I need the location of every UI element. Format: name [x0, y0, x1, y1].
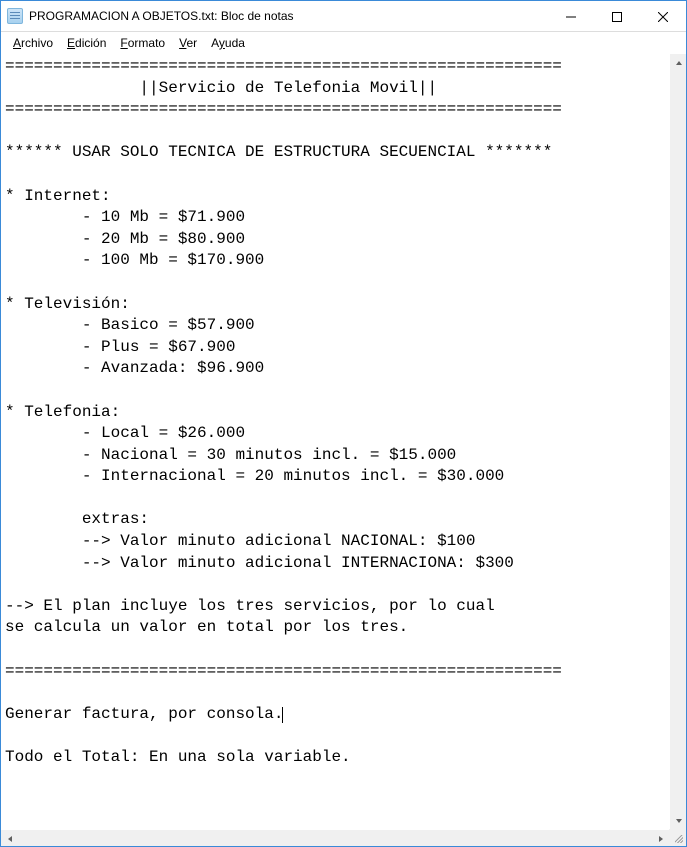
text-caret [282, 707, 283, 723]
menu-ayuda[interactable]: Ayuda [205, 35, 251, 51]
window-controls [548, 1, 686, 31]
minimize-button[interactable] [548, 1, 594, 32]
scroll-up-button[interactable] [670, 54, 686, 71]
titlebar: PROGRAMACION A OBJETOS.txt: Bloc de nota… [1, 1, 686, 32]
text-editor[interactable]: ========================================… [1, 54, 669, 829]
notepad-icon [7, 8, 23, 24]
scroll-left-button[interactable] [1, 830, 18, 846]
close-button[interactable] [640, 1, 686, 32]
scroll-right-button[interactable] [652, 830, 669, 846]
window-title: PROGRAMACION A OBJETOS.txt: Bloc de nota… [29, 9, 548, 23]
menu-formato[interactable]: Formato [114, 35, 171, 51]
vscroll-track[interactable] [670, 71, 686, 812]
horizontal-scrollbar[interactable] [1, 829, 669, 846]
resize-grip-icon[interactable] [669, 829, 686, 846]
menubar: Archivo Edición Formato Ver Ayuda [1, 32, 686, 54]
maximize-button[interactable] [594, 1, 640, 32]
vertical-scrollbar[interactable] [669, 54, 686, 829]
scroll-down-button[interactable] [670, 812, 686, 829]
menu-archivo[interactable]: Archivo [7, 35, 59, 51]
hscroll-track[interactable] [18, 830, 652, 846]
menu-ver[interactable]: Ver [173, 35, 203, 51]
menu-edicion[interactable]: Edición [61, 35, 112, 51]
